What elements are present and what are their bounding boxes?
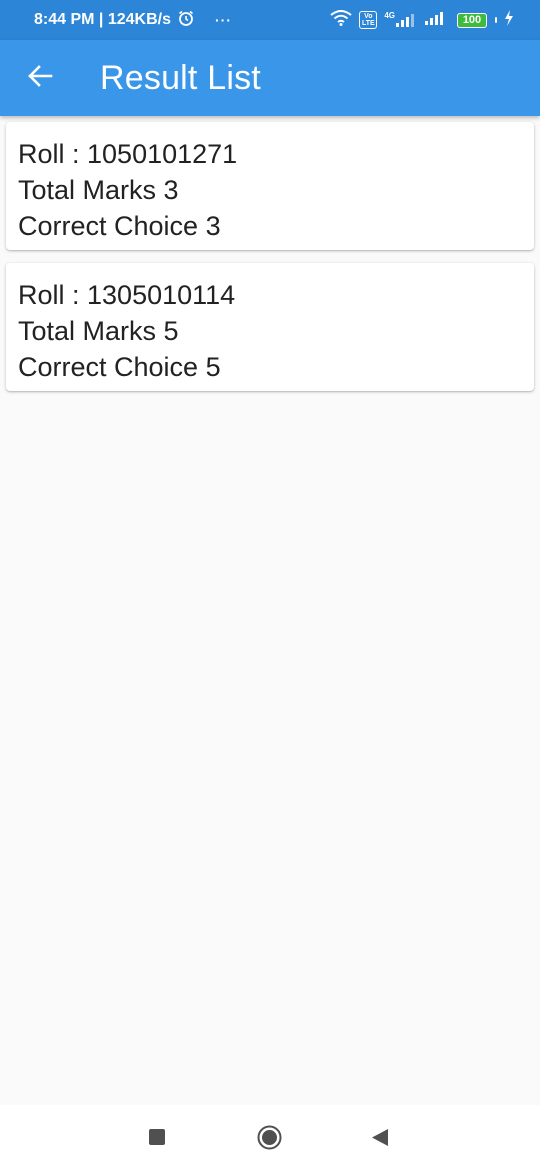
circle-icon[interactable]: [257, 1125, 282, 1150]
status-bar: 8:44 PM | 124KB/s ··· Vo LTE 4G 100: [0, 0, 540, 40]
status-right: Vo LTE 4G 100: [330, 9, 514, 31]
correct-choice-text: Correct Choice 3: [18, 211, 221, 241]
signal-icon-2: [424, 11, 446, 30]
roll-text: Roll : 1305010114: [18, 280, 236, 310]
square-icon[interactable]: [149, 1129, 165, 1145]
app-bar: Result List: [0, 40, 540, 116]
status-left: 8:44 PM | 124KB/s ···: [34, 9, 232, 32]
network-type-label: 4G: [384, 11, 395, 20]
signal-icon: 4G: [384, 11, 417, 27]
alarm-icon: [177, 9, 195, 32]
total-marks-text: Total Marks 3: [18, 175, 179, 205]
triangle-icon[interactable]: [371, 1128, 389, 1147]
wifi-icon: [330, 9, 352, 31]
system-nav-bar: [0, 1105, 540, 1170]
screen: 8:44 PM | 124KB/s ··· Vo LTE 4G 100 Resu…: [0, 0, 540, 1170]
battery-indicator: 100: [457, 12, 487, 28]
back-button[interactable]: [8, 46, 72, 110]
result-card[interactable]: Roll : 1305010114 Total Marks 5 Correct …: [6, 263, 534, 391]
total-marks-text: Total Marks 5: [18, 316, 179, 346]
correct-choice-text: Correct Choice 5: [18, 352, 221, 382]
roll-text: Roll : 1050101271: [18, 139, 238, 169]
lightning-icon: [504, 9, 514, 31]
result-card[interactable]: Roll : 1050101271 Total Marks 3 Correct …: [6, 122, 534, 250]
arrow-left-icon: [27, 63, 53, 94]
more-notifications-icon: ···: [214, 12, 232, 28]
battery-tip: [495, 17, 497, 23]
page-title: Result List: [100, 58, 261, 97]
status-time: 8:44 PM | 124KB/s: [34, 11, 171, 28]
volte-icon: Vo LTE: [359, 11, 378, 29]
